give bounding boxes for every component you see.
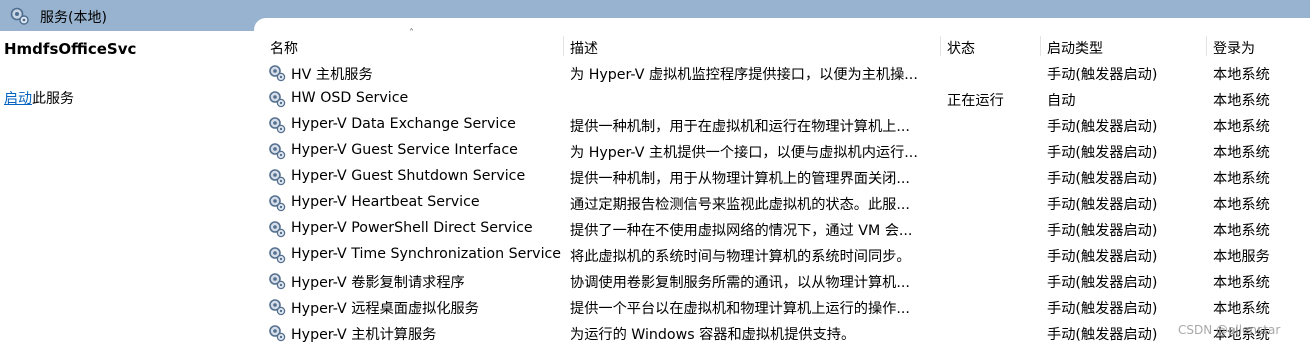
service-startup-type: 手动(触发器启动)	[1047, 197, 1158, 213]
service-gear-icon	[269, 325, 286, 342]
service-logon-as: 本地系统	[1213, 145, 1270, 161]
service-name: Hyper-V Guest Shutdown Service	[291, 168, 526, 184]
table-row[interactable]: Hyper-V Guest Service Interface 为 Hyper-…	[0, 139, 1310, 165]
service-startup-type: 自动	[1047, 93, 1076, 109]
service-gear-icon	[269, 195, 286, 212]
service-gear-icon	[269, 221, 286, 238]
service-name: HW OSD Service	[291, 90, 409, 106]
service-logon-as: 本地系统	[1213, 301, 1270, 317]
column-header-description[interactable]: 描述	[570, 38, 598, 57]
service-logon-as: 本地系统	[1213, 119, 1270, 135]
service-logon-as: 本地系统	[1213, 223, 1270, 239]
services-gear-icon	[10, 7, 29, 25]
column-separator[interactable]	[940, 36, 941, 56]
service-description: 提供一种机制，用于在虚拟机和运行在物理计算机上...	[570, 119, 910, 135]
service-gear-icon	[269, 247, 286, 264]
service-logon-as: 本地服务	[1213, 249, 1270, 265]
service-name: Hyper-V PowerShell Direct Service	[291, 220, 533, 236]
sort-ascending-icon: ˄	[409, 28, 414, 39]
service-name: Hyper-V 远程桌面虚拟化服务	[291, 301, 479, 317]
table-row[interactable]: Hyper-V Heartbeat Service 通过定期报告检测信号来监视此…	[0, 191, 1310, 217]
service-name: HV 主机服务	[291, 67, 373, 83]
service-gear-icon	[269, 65, 286, 82]
column-header-logon-as[interactable]: 登录为	[1213, 38, 1255, 57]
service-gear-icon	[269, 143, 286, 160]
service-startup-type: 手动(触发器启动)	[1047, 145, 1158, 161]
service-startup-type: 手动(触发器启动)	[1047, 249, 1158, 265]
table-row[interactable]: HW OSD Service 正在运行 自动 本地系统	[0, 87, 1310, 113]
service-description: 提供一个平台以在虚拟机和物理计算机上运行的操作...	[570, 301, 910, 317]
selected-service-name: HmdfsOfficeSvc	[4, 40, 137, 58]
service-gear-icon	[269, 91, 286, 108]
service-description: 提供一种机制，用于从物理计算机上的管理界面关闭...	[570, 171, 910, 187]
service-startup-type: 手动(触发器启动)	[1047, 301, 1158, 317]
column-header-status[interactable]: 状态	[947, 38, 975, 57]
service-logon-as: 本地系统	[1213, 93, 1270, 109]
service-logon-as: 本地系统	[1213, 197, 1270, 213]
service-startup-type: 手动(触发器启动)	[1047, 171, 1158, 187]
service-description: 将此虚拟机的系统时间与物理计算机的系统时间同步。	[570, 249, 911, 265]
service-name: Hyper-V Time Synchronization Service	[291, 246, 562, 262]
service-startup-type: 手动(触发器启动)	[1047, 119, 1158, 135]
service-startup-type: 手动(触发器启动)	[1047, 223, 1158, 239]
service-name: Hyper-V Guest Service Interface	[291, 142, 518, 158]
service-name: Hyper-V Heartbeat Service	[291, 194, 480, 210]
table-row[interactable]: HV 主机服务 为 Hyper-V 虚拟机监控程序提供接口，以便为主机操... …	[0, 61, 1310, 87]
service-description: 协调使用卷影复制服务所需的通讯，以从物理计算机...	[570, 275, 910, 291]
service-gear-icon	[269, 299, 286, 316]
table-row[interactable]: Hyper-V PowerShell Direct Service 提供了一种在…	[0, 217, 1310, 243]
service-description: 提供了一种在不使用虚拟网络的情况下，通过 VM 会...	[570, 223, 913, 239]
column-separator[interactable]	[1206, 36, 1207, 56]
window-title: 服务(本地)	[40, 10, 107, 26]
table-row[interactable]: Hyper-V 主机计算服务 为运行的 Windows 容器和虚拟机提供支持。 …	[0, 321, 1310, 347]
service-startup-type: 手动(触发器启动)	[1047, 327, 1158, 343]
service-logon-as: 本地系统	[1213, 67, 1270, 83]
service-description: 通过定期报告检测信号来监视此虚拟机的状态。此服...	[570, 197, 910, 213]
table-row[interactable]: Hyper-V Data Exchange Service 提供一种机制，用于在…	[0, 113, 1310, 139]
service-name: Hyper-V 卷影复制请求程序	[291, 275, 465, 291]
table-row[interactable]: Hyper-V Guest Shutdown Service 提供一种机制，用于…	[0, 165, 1310, 191]
column-header-startup-type[interactable]: 启动类型	[1047, 38, 1103, 57]
service-gear-icon	[269, 117, 286, 134]
watermark: CSDN @allenstar	[1178, 323, 1281, 337]
service-startup-type: 手动(触发器启动)	[1047, 67, 1158, 83]
column-separator[interactable]	[1040, 36, 1041, 56]
service-description: 为 Hyper-V 主机提供一个接口，以便与虚拟机内运行...	[570, 145, 918, 161]
service-gear-icon	[269, 169, 286, 186]
table-row[interactable]: Hyper-V 卷影复制请求程序 协调使用卷影复制服务所需的通讯，以从物理计算机…	[0, 269, 1310, 295]
service-name: Hyper-V 主机计算服务	[291, 327, 437, 343]
service-logon-as: 本地系统	[1213, 171, 1270, 187]
column-separator[interactable]	[563, 36, 564, 56]
table-row[interactable]: Hyper-V Time Synchronization Service 将此虚…	[0, 243, 1310, 269]
service-description: 为 Hyper-V 虚拟机监控程序提供接口，以便为主机操...	[570, 67, 918, 83]
service-description: 为运行的 Windows 容器和虚拟机提供支持。	[570, 327, 856, 343]
service-logon-as: 本地系统	[1213, 275, 1270, 291]
service-status: 正在运行	[947, 93, 1004, 109]
service-name: Hyper-V Data Exchange Service	[291, 116, 516, 132]
table-row[interactable]: Hyper-V 远程桌面虚拟化服务 提供一个平台以在虚拟机和物理计算机上运行的操…	[0, 295, 1310, 321]
column-header-name[interactable]: 名称	[270, 38, 298, 57]
service-gear-icon	[269, 273, 286, 290]
service-startup-type: 手动(触发器启动)	[1047, 275, 1158, 291]
